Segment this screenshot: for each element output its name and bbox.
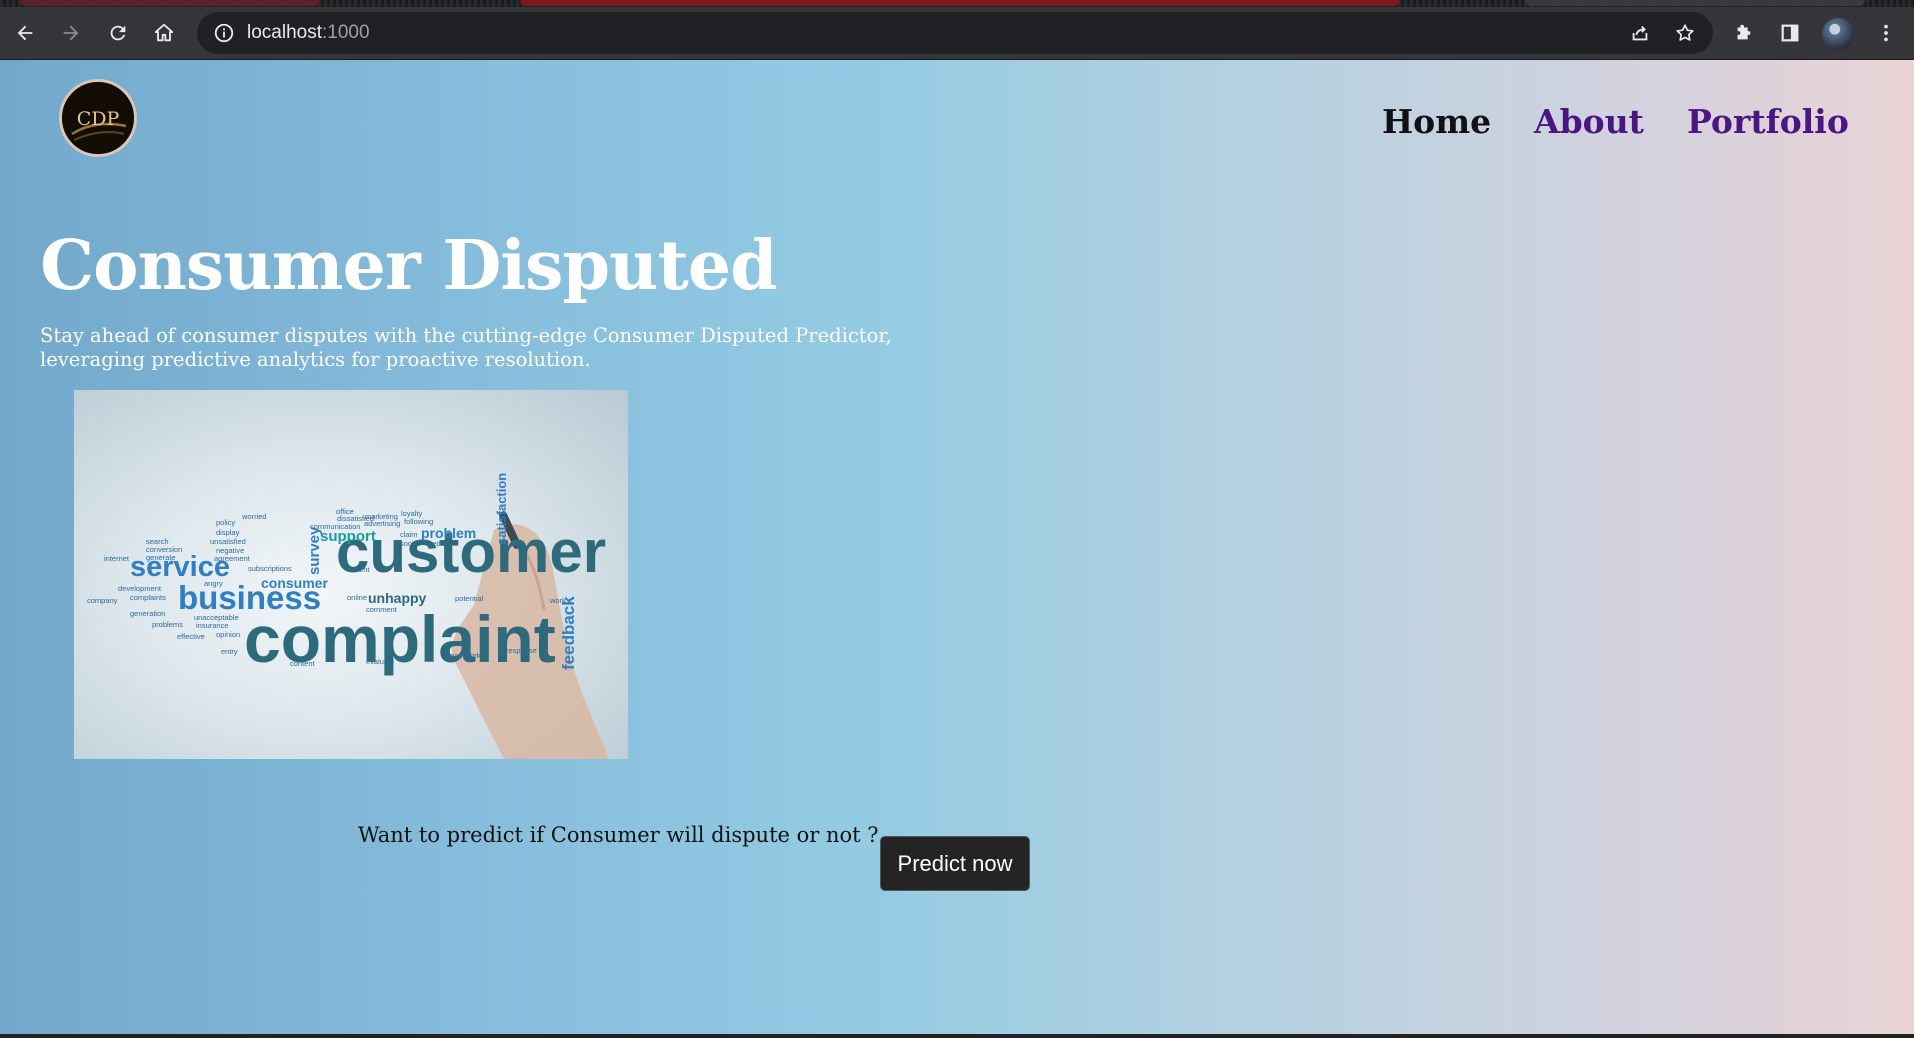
word-communication: communication	[310, 522, 360, 531]
word-complaints: complaints	[130, 593, 166, 602]
word-problems: problems	[152, 620, 183, 629]
url-port: :1000	[322, 22, 370, 43]
reload-button[interactable]	[100, 15, 136, 51]
word-cloud-image: customer complaint business service supp…	[74, 390, 628, 759]
profile-avatar[interactable]	[1822, 18, 1854, 50]
back-arrow-icon	[17, 25, 33, 41]
nav-about[interactable]: About	[1534, 102, 1644, 141]
side-panel-button[interactable]	[1772, 15, 1808, 51]
word-internet: internet	[104, 554, 130, 563]
info-icon[interactable]	[213, 22, 235, 44]
nav-home[interactable]: Home	[1382, 102, 1491, 141]
page-subtitle: Stay ahead of consumer disputes with the…	[40, 324, 892, 371]
word-unsatisfied: unsatisfied	[210, 537, 246, 546]
word-claim: claim	[400, 530, 418, 539]
word-media: media	[426, 539, 447, 548]
tab-fragment[interactable]	[1525, 0, 1865, 6]
extensions-button[interactable]	[1726, 15, 1762, 51]
word-response: response	[506, 646, 537, 655]
bookmark-button[interactable]	[1668, 16, 1702, 50]
tab-strip	[0, 0, 1914, 7]
word-entry: entry	[221, 647, 238, 656]
word-work: work	[549, 596, 566, 605]
word-client: client	[352, 565, 370, 574]
word-effective: effective	[177, 632, 205, 641]
word-content: content	[290, 659, 316, 668]
word-opinion: opinion	[216, 630, 240, 639]
word-angry: angry	[204, 579, 223, 588]
forward-arrow-icon	[63, 25, 79, 41]
word-office: office	[336, 507, 354, 516]
word-consumer: consumer	[261, 575, 328, 591]
nav-portfolio[interactable]: Portfolio	[1687, 102, 1849, 141]
reload-icon	[110, 25, 126, 41]
share-button[interactable]	[1623, 16, 1657, 50]
browser-toolbar: localhost:1000	[0, 7, 1914, 60]
word-survey: survey	[306, 526, 323, 575]
word-comment: comment	[366, 605, 398, 614]
tab-fragment[interactable]	[520, 0, 1400, 6]
predict-now-button[interactable]: Predict now	[880, 836, 1030, 891]
word-generation: generation	[130, 609, 165, 618]
page-viewport: CDP Home About Portfolio Consumer Disput…	[0, 60, 1914, 1034]
word-insurance: insurance	[196, 621, 229, 630]
word-satisfaction: satisfaction	[494, 473, 509, 545]
word-evaluate: evaluate	[366, 657, 394, 666]
logo-emblem: CDP	[62, 82, 134, 154]
word-social: social	[400, 539, 420, 548]
url-text[interactable]: localhost:1000	[247, 22, 370, 44]
word-online: online	[347, 593, 367, 602]
logo-text: CDP	[77, 108, 120, 130]
word-following: following	[404, 517, 433, 526]
word-advertising: advertising	[364, 519, 400, 528]
browser-menu-button[interactable]	[1868, 15, 1904, 51]
window-bottom-edge	[0, 1034, 1914, 1038]
word-feedback: feedback	[559, 596, 578, 670]
url-host: localhost	[247, 22, 322, 43]
side-panel-icon	[1781, 24, 1799, 42]
word-potential: potential	[455, 594, 484, 603]
word-loyalty: loyalty	[401, 509, 423, 518]
back-button[interactable]	[7, 15, 43, 51]
word-worried: worried	[241, 512, 267, 521]
share-icon	[1632, 25, 1648, 41]
word-subscriptions: subscriptions	[248, 564, 292, 573]
page-title: Consumer Disputed	[40, 226, 778, 306]
forward-button[interactable]	[53, 15, 89, 51]
word-teamwork: teamwork	[448, 651, 481, 660]
site-logo[interactable]: CDP	[59, 79, 137, 157]
word-agreement: agreement	[214, 554, 251, 563]
word-company: company	[87, 596, 118, 605]
word-policy: policy	[216, 518, 235, 527]
home-icon	[154, 23, 174, 42]
word-cloud-graphic: customer complaint business service supp…	[87, 473, 609, 759]
word-unhappy: unhappy	[368, 590, 427, 606]
word-generate: generate	[146, 553, 176, 562]
predict-question: Want to predict if Consumer will dispute…	[358, 823, 879, 847]
puzzle-icon	[1737, 24, 1751, 40]
tab-fragment[interactable]	[20, 0, 320, 6]
star-icon	[1676, 24, 1694, 41]
address-bar[interactable]: localhost:1000	[197, 12, 1713, 54]
home-button[interactable]	[146, 15, 182, 51]
kebab-menu-icon	[1884, 24, 1888, 42]
word-development: development	[118, 584, 162, 593]
word-display: display	[216, 528, 240, 537]
